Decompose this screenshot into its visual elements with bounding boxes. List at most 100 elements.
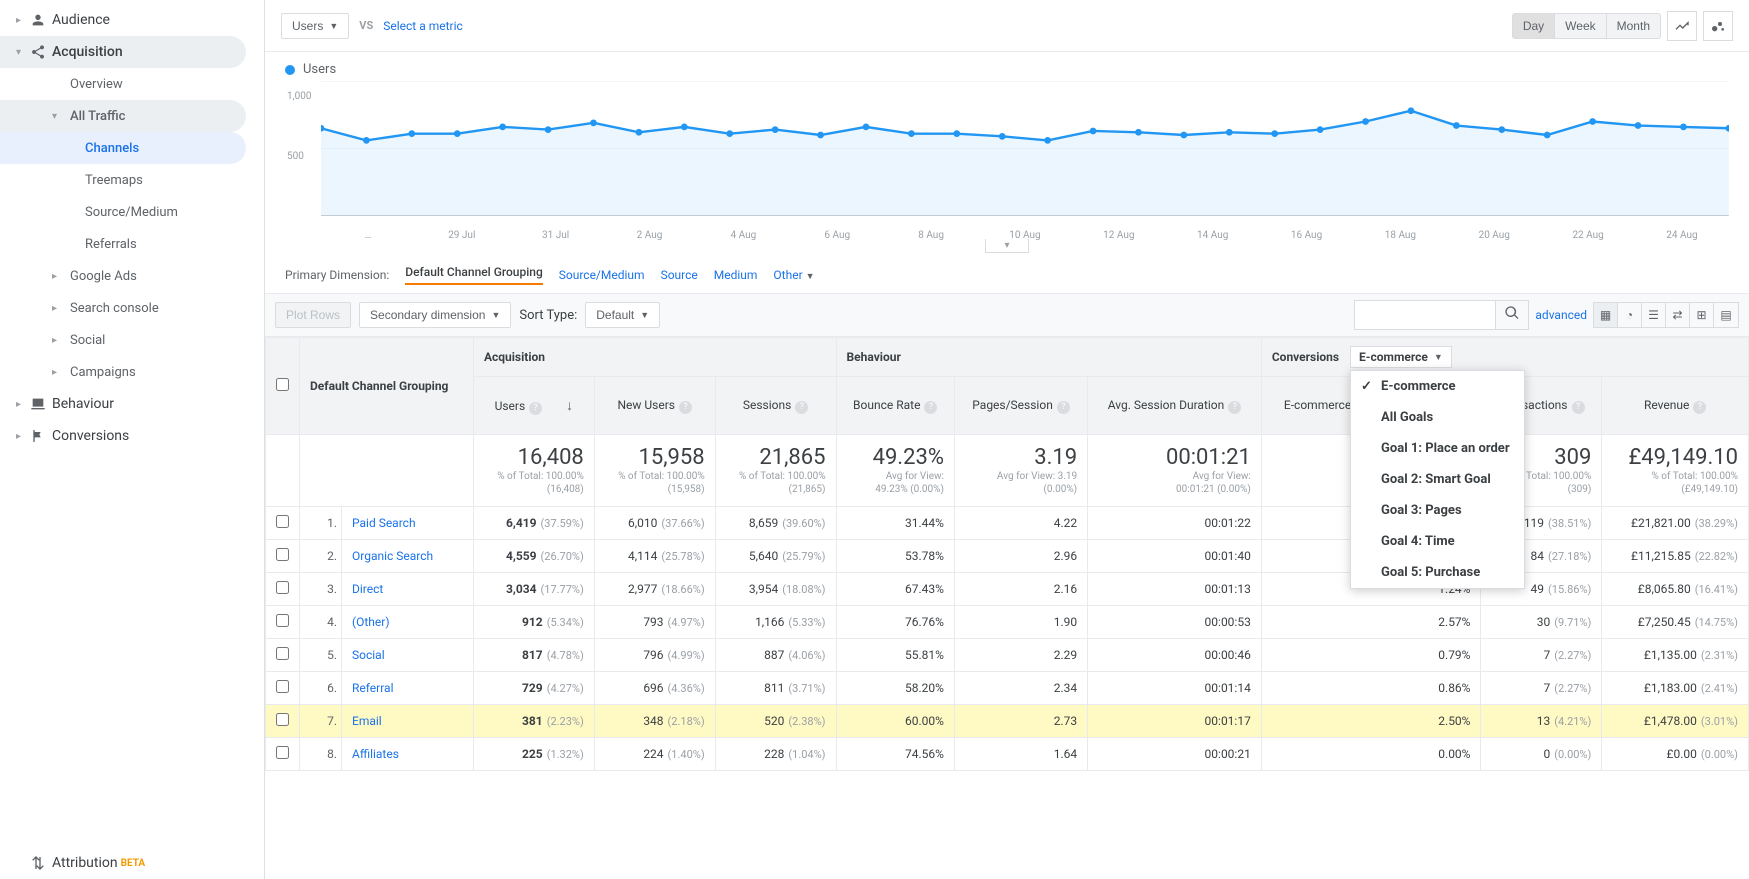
nav-google-ads[interactable]: ▸Google Ads <box>0 260 264 292</box>
table-body: 16,408% of Total: 100.00%(16,408)15,958%… <box>266 435 1749 771</box>
dd-item-goal4[interactable]: Goal 4: Time <box>1351 526 1524 557</box>
col-pps[interactable]: Pages/Session? <box>954 377 1087 435</box>
dim-other[interactable]: Other ▼ <box>773 268 814 282</box>
nav-referrals[interactable]: Referrals <box>0 228 264 260</box>
row-checkbox-cell[interactable] <box>266 507 300 540</box>
help-icon[interactable]: ? <box>1572 401 1585 414</box>
channel-link[interactable]: Organic Search <box>352 549 433 563</box>
dd-item-all-goals[interactable]: All Goals <box>1351 402 1524 433</box>
nav-attribution[interactable]: Attribution BETA <box>0 847 264 879</box>
row-checkbox[interactable] <box>276 614 289 627</box>
row-checkbox-cell[interactable] <box>266 705 300 738</box>
bar-view-icon[interactable]: ☰ <box>1642 303 1666 327</box>
total-bounce: 49.23%Avg for View:49.23% (0.00%) <box>836 435 954 507</box>
metric-selector[interactable]: Users▼ <box>281 13 349 39</box>
dd-item-goal5[interactable]: Goal 5: Purchase <box>1351 557 1524 588</box>
dd-item-goal3[interactable]: Goal 3: Pages <box>1351 495 1524 526</box>
line-chart-icon[interactable] <box>1667 11 1697 41</box>
row-checkbox-cell[interactable] <box>266 573 300 606</box>
week-button[interactable]: Week <box>1554 13 1605 39</box>
channel-link[interactable]: Affiliates <box>352 747 399 761</box>
row-checkbox-cell[interactable] <box>266 606 300 639</box>
nav-conversions[interactable]: ▸ Conversions <box>0 420 264 452</box>
row-checkbox[interactable] <box>276 647 289 660</box>
dim-source[interactable]: Source <box>661 268 698 282</box>
channel-link[interactable]: (Other) <box>352 615 390 629</box>
dd-item-goal2[interactable]: Goal 2: Smart Goal <box>1351 464 1524 495</box>
conversions-dropdown[interactable]: E-commerce ▼ E-commerce All Goals Goal 1… <box>1350 346 1452 368</box>
nav-behaviour[interactable]: ▸ Behaviour <box>0 388 264 420</box>
pie-view-icon[interactable]: ◔ <box>1618 303 1642 327</box>
advanced-link[interactable]: advanced <box>1535 308 1587 322</box>
row-checkbox[interactable] <box>276 746 289 759</box>
row-index: 3. <box>300 573 342 606</box>
select-all-checkbox[interactable] <box>276 378 289 391</box>
secondary-dimension-button[interactable]: Secondary dimension ▼ <box>359 302 511 328</box>
pivot-view-icon[interactable]: ▤ <box>1714 303 1738 327</box>
nav-overview[interactable]: Overview <box>0 68 264 100</box>
comparison-view-icon[interactable]: ⇄ <box>1666 303 1690 327</box>
channel-link[interactable]: Paid Search <box>352 516 416 530</box>
plot-rows-button[interactable]: Plot Rows <box>275 302 351 328</box>
table-row: 6.Referral729(4.27%)696(4.36%)811(3.71%)… <box>266 672 1749 705</box>
row-checkbox-cell[interactable] <box>266 639 300 672</box>
row-checkbox-cell[interactable] <box>266 540 300 573</box>
help-icon[interactable]: ? <box>1228 401 1241 414</box>
nav-treemaps[interactable]: Treemaps <box>0 164 264 196</box>
channel-cell: Direct <box>342 573 474 606</box>
select-metric-link[interactable]: Select a metric <box>383 19 463 33</box>
col-users[interactable]: Users?↓ <box>473 377 594 435</box>
col-rev[interactable]: Revenue? <box>1602 377 1749 435</box>
help-icon[interactable]: ? <box>679 401 692 414</box>
row-checkbox-cell[interactable] <box>266 738 300 771</box>
row-checkbox[interactable] <box>276 548 289 561</box>
col-asd[interactable]: Avg. Session Duration? <box>1088 377 1262 435</box>
nav-acquisition[interactable]: ▾ Acquisition <box>0 36 246 68</box>
nav-campaigns[interactable]: ▸Campaigns <box>0 356 264 388</box>
nav-all-traffic[interactable]: ▾All Traffic <box>0 100 246 132</box>
row-checkbox[interactable] <box>276 713 289 726</box>
channel-link[interactable]: Referral <box>352 681 394 695</box>
help-icon[interactable]: ? <box>1693 401 1706 414</box>
x-tick: 14 Aug <box>1166 230 1260 241</box>
nav-social[interactable]: ▸Social <box>0 324 264 356</box>
beh-group-header: Behaviour <box>836 338 1261 377</box>
month-button[interactable]: Month <box>1606 13 1661 39</box>
search-input[interactable] <box>1355 301 1495 329</box>
line-chart[interactable]: 1,000 500 …29 Jul31 Jul2 Aug4 Aug6 Aug8 … <box>285 81 1729 241</box>
channel-link[interactable]: Email <box>352 714 382 728</box>
day-button[interactable]: Day <box>1512 13 1554 39</box>
row-checkbox-cell[interactable] <box>266 672 300 705</box>
sort-type-button[interactable]: Default ▼ <box>585 302 660 328</box>
motion-chart-icon[interactable] <box>1703 11 1733 41</box>
help-icon[interactable]: ? <box>1057 401 1070 414</box>
row-checkbox[interactable] <box>276 581 289 594</box>
nav-search-console[interactable]: ▸Search console <box>0 292 264 324</box>
conversions-dd-button[interactable]: E-commerce ▼ <box>1350 346 1452 368</box>
nav-audience[interactable]: ▸ Audience <box>0 4 264 36</box>
dd-item-ecommerce[interactable]: E-commerce <box>1351 371 1524 402</box>
channel-link[interactable]: Social <box>352 648 385 662</box>
channel-link[interactable]: Direct <box>352 582 383 596</box>
dim-medium[interactable]: Medium <box>714 268 758 282</box>
dim-current[interactable]: Default Channel Grouping <box>405 265 543 285</box>
help-icon[interactable]: ? <box>795 401 808 414</box>
help-icon[interactable]: ? <box>529 402 542 415</box>
nav-channels[interactable]: Channels <box>0 132 246 164</box>
col-sessions[interactable]: Sessions? <box>715 377 836 435</box>
col-new-users[interactable]: New Users? <box>594 377 715 435</box>
help-icon[interactable]: ? <box>924 401 937 414</box>
nav-source-medium[interactable]: Source/Medium <box>0 196 264 228</box>
dim-source-medium[interactable]: Source/Medium <box>559 268 645 282</box>
search-button[interactable] <box>1495 301 1528 329</box>
col-bounce[interactable]: Bounce Rate? <box>836 377 954 435</box>
row-checkbox[interactable] <box>276 680 289 693</box>
term-cloud-view-icon[interactable]: ⊞ <box>1690 303 1714 327</box>
nav-label: Behaviour <box>52 396 114 412</box>
table-view-icon[interactable]: ▦ <box>1594 303 1618 327</box>
x-tick: 29 Jul <box>415 230 509 241</box>
dcg-header[interactable]: Default Channel Grouping <box>300 338 474 435</box>
dd-item-goal1[interactable]: Goal 1: Place an order <box>1351 433 1524 464</box>
row-checkbox[interactable] <box>276 515 289 528</box>
select-all-header[interactable] <box>266 338 300 435</box>
